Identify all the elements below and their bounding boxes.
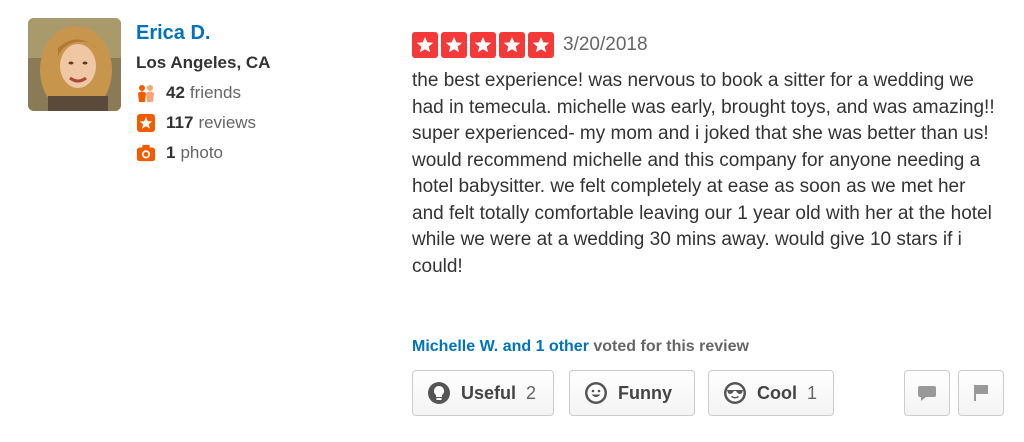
voters-link[interactable]: Michelle W. and 1 other: [412, 338, 589, 355]
speech-bubble-icon: [918, 386, 936, 401]
user-location: Los Angeles, CA: [136, 53, 271, 72]
flag-button[interactable]: [958, 370, 1004, 416]
vote-summary: Michelle W. and 1 other voted for this r…: [412, 338, 749, 356]
star-rating: [412, 32, 557, 58]
star-icon: [470, 32, 496, 58]
useful-label: Useful: [461, 382, 517, 403]
cool-label: Cool: [757, 382, 797, 403]
sunglasses-icon: [724, 382, 746, 404]
star-icon: [528, 32, 554, 58]
funny-label: Funny: [618, 382, 672, 403]
friends-label: friends: [189, 83, 241, 102]
comment-button[interactable]: [904, 370, 950, 416]
friends-icon: [136, 83, 156, 103]
lightbulb-icon: [428, 382, 450, 404]
useful-count: 2: [526, 382, 537, 403]
user-avatar[interactable]: [28, 18, 121, 111]
photos-stat: 1 photo: [136, 142, 270, 164]
cool-count: 1: [807, 382, 818, 403]
photos-count: 1: [166, 143, 176, 162]
useful-button[interactable]: Useful 2: [412, 370, 554, 416]
friends-stat: 42 friends: [136, 82, 270, 104]
flag-icon: [974, 385, 988, 401]
review-text: the best experience! was nervous to book…: [412, 70, 995, 277]
funny-button[interactable]: Funny: [569, 370, 695, 416]
star-review-icon: [136, 113, 156, 133]
photos-label: photo: [180, 143, 224, 162]
cool-button[interactable]: Cool 1: [708, 370, 834, 416]
user-info: Erica D. Los Angeles, CA 42 friends 117 …: [136, 20, 270, 164]
reviews-stat: 117 reviews: [136, 112, 270, 134]
star-icon: [499, 32, 525, 58]
reviews-label: reviews: [198, 113, 257, 132]
rating-row: 3/20/2018: [412, 32, 1012, 58]
votes-suffix: voted for this review: [588, 338, 749, 355]
user-name-link[interactable]: Erica D.: [136, 20, 270, 46]
friends-count: 42: [166, 83, 185, 102]
review-date: 3/20/2018: [563, 34, 648, 55]
review-content: 3/20/2018 the best experience! was nervo…: [412, 32, 1012, 280]
camera-icon: [136, 143, 156, 163]
reviews-count: 117: [166, 113, 194, 132]
star-icon: [412, 32, 438, 58]
star-icon: [441, 32, 467, 58]
smiley-icon: [585, 382, 607, 404]
user-photo: [28, 18, 121, 111]
